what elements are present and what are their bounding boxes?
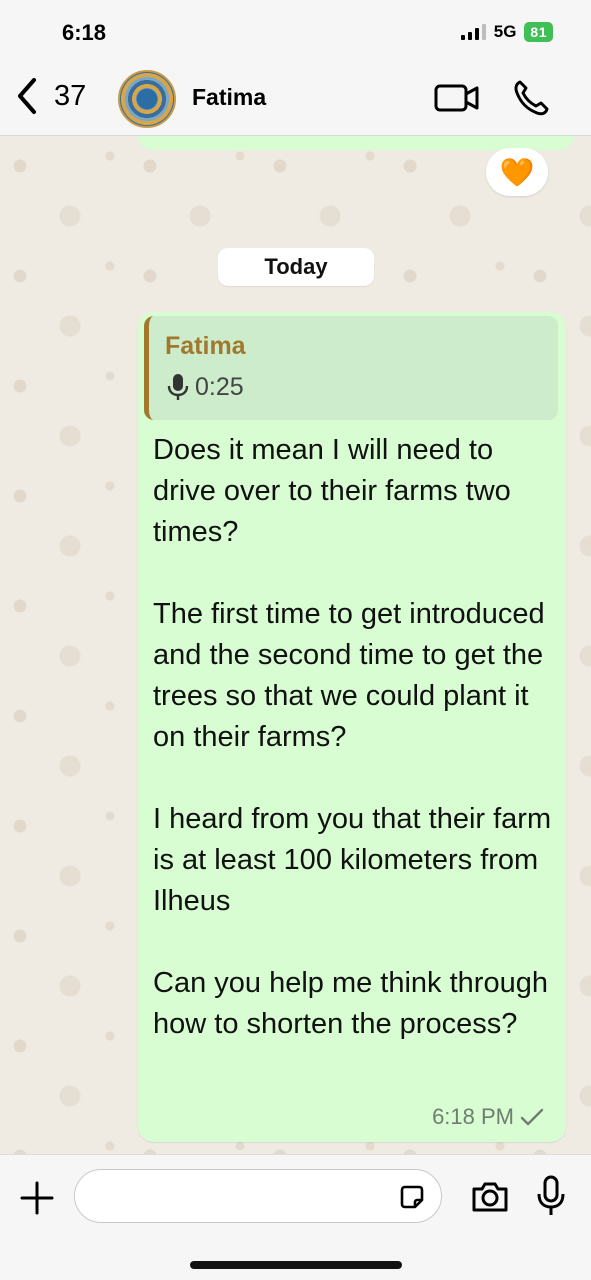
camera-icon[interactable] xyxy=(470,1177,510,1217)
quoted-author: Fatima xyxy=(165,332,246,360)
message-meta: 6:18 PM xyxy=(432,1104,544,1130)
reaction-badge[interactable]: 🧡 xyxy=(486,148,548,196)
check-icon xyxy=(520,1108,544,1126)
message-text: Does it mean I will need to drive over t… xyxy=(153,434,552,1040)
unread-count: 37 xyxy=(54,79,87,112)
chat-area[interactable]: 🧡 Today Fatima 0:25 Does it mean I will … xyxy=(0,136,591,1154)
video-call-icon[interactable] xyxy=(434,82,480,114)
top-bar: 6:18 5G 81 37 Fatima xyxy=(0,0,591,136)
message-input-container[interactable] xyxy=(74,1169,442,1223)
signal-icon xyxy=(460,24,486,40)
network-type: 5G xyxy=(493,22,517,41)
back-button[interactable]: 37 xyxy=(12,76,86,116)
quoted-audio: 0:25 xyxy=(167,372,244,402)
status-time: 6:18 xyxy=(62,20,107,45)
message-bubble[interactable]: Fatima 0:25 Does it mean I will need to … xyxy=(138,312,566,1142)
plus-icon[interactable] xyxy=(18,1179,56,1217)
quoted-message[interactable]: Fatima 0:25 xyxy=(144,316,558,420)
audio-duration: 0:25 xyxy=(195,372,244,401)
composer-bar xyxy=(0,1154,591,1280)
date-separator: Today xyxy=(218,248,374,286)
contact-name[interactable]: Fatima xyxy=(192,84,266,111)
status-indicators: 5G 81 xyxy=(460,22,553,42)
phone-icon[interactable] xyxy=(512,78,550,118)
microphone-icon[interactable] xyxy=(536,1175,566,1217)
message-time: 6:18 PM xyxy=(432,1104,514,1129)
chat-header: 37 Fatima xyxy=(0,66,591,130)
sticker-icon[interactable] xyxy=(397,1182,427,1212)
avatar[interactable] xyxy=(118,70,176,128)
microphone-icon xyxy=(167,374,189,400)
chevron-left-icon xyxy=(18,78,36,114)
battery-indicator: 81 xyxy=(524,22,553,42)
home-indicator xyxy=(190,1261,402,1269)
message-input[interactable] xyxy=(93,1180,393,1214)
